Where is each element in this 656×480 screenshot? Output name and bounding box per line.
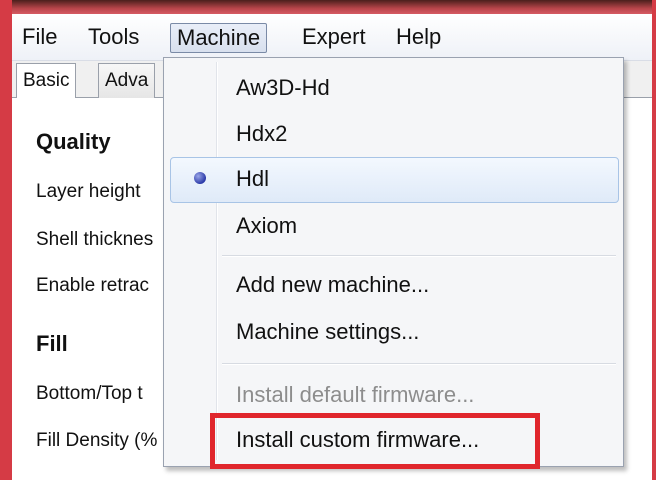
- window-title-bar: [0, 0, 656, 14]
- menu-file[interactable]: File: [16, 24, 63, 50]
- menu-expert[interactable]: Expert: [296, 24, 372, 50]
- menu-tools[interactable]: Tools: [82, 24, 145, 50]
- radio-selected-icon: [194, 172, 206, 184]
- menu-separator: [222, 363, 616, 365]
- field-label-enable-retraction: Enable retrac: [36, 275, 150, 296]
- menu-icon-gutter: [216, 62, 218, 460]
- field-label-bottom-top-thickness: Bottom/Top t: [36, 383, 143, 404]
- window-border-left: [0, 0, 12, 480]
- menu-separator: [222, 255, 616, 257]
- menu-item-machine-hdx2[interactable]: Hdx2: [236, 121, 287, 147]
- menu-item-machine-hdl[interactable]: Hdl: [236, 166, 269, 192]
- field-label-shell-thickness: Shell thicknes: [36, 229, 154, 250]
- menu-item-machine-aw3d-hd[interactable]: Aw3D-Hd: [236, 75, 330, 101]
- menu-machine[interactable]: Machine: [170, 23, 268, 53]
- menu-item-machine-axiom[interactable]: Axiom: [236, 213, 297, 239]
- menu-help[interactable]: Help: [390, 24, 447, 50]
- field-label-layer-height: Layer height: [36, 181, 141, 202]
- section-title-fill: Fill: [36, 331, 68, 356]
- callout-highlight-box: [210, 413, 540, 469]
- menu-item-add-new-machine[interactable]: Add new machine...: [236, 272, 429, 298]
- tab-basic[interactable]: Basic: [16, 63, 77, 99]
- menu-item-install-default-firmware: Install default firmware...: [236, 382, 475, 407]
- menu-item-machine-settings[interactable]: Machine settings...: [236, 319, 419, 345]
- machine-dropdown-menu: Aw3D-Hd Hdx2 Hdl Axiom Add new machine..…: [163, 57, 624, 467]
- menu-bar: File Tools Machine Expert Help: [12, 14, 652, 61]
- section-title-quality: Quality: [36, 129, 111, 154]
- field-label-fill-density: Fill Density (%: [36, 430, 158, 451]
- tab-advanced[interactable]: Adva: [98, 63, 156, 98]
- window-border-right: [652, 0, 656, 480]
